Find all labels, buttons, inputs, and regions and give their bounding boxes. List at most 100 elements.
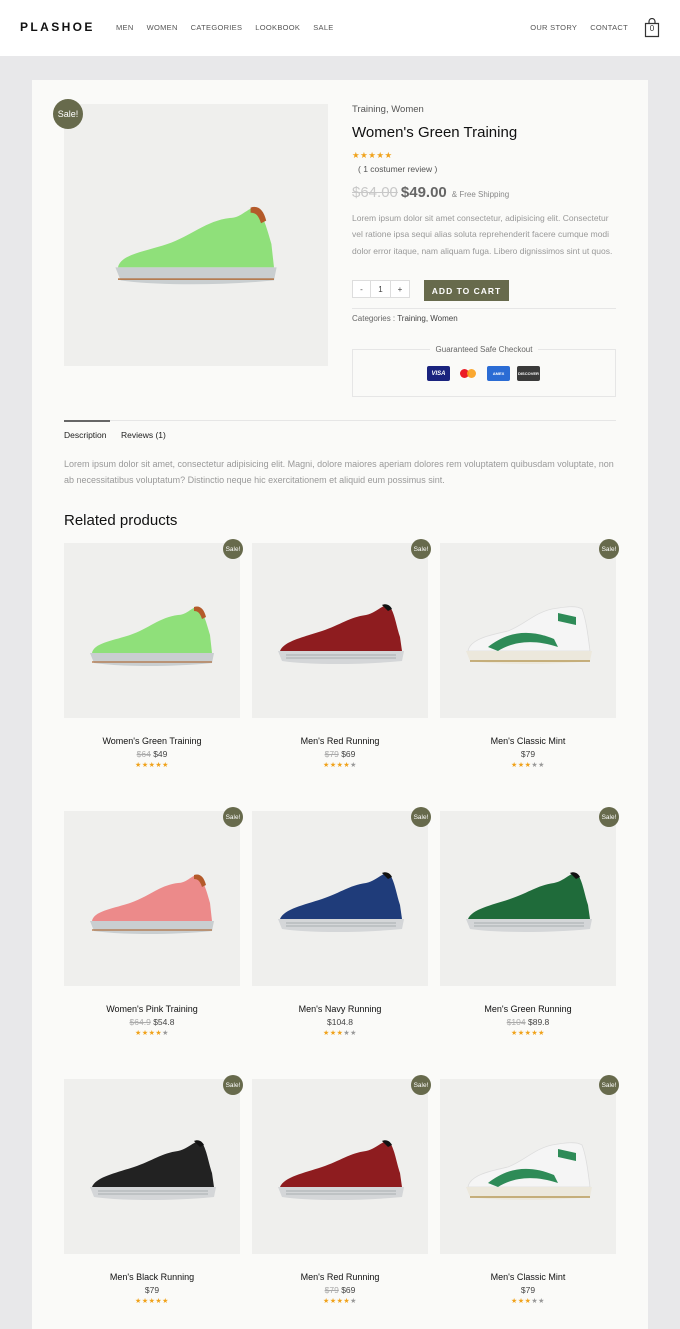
site-logo[interactable]: PLASHOE xyxy=(20,20,95,34)
product-price: $79 xyxy=(440,749,616,759)
product-price: $104.8 xyxy=(252,1017,428,1027)
safe-checkout-label: Guaranteed Safe Checkout xyxy=(429,345,539,354)
shoe-image xyxy=(90,1140,216,1200)
product-rating: ★★★★★ xyxy=(323,762,357,769)
quantity-decrease-button[interactable]: - xyxy=(352,280,371,298)
sale-badge: Sale! xyxy=(599,1075,619,1095)
old-price: $64.00 xyxy=(352,184,398,201)
shoe-image xyxy=(90,606,214,666)
sale-badge: Sale! xyxy=(223,807,243,827)
product-short-description: Lorem ipsum dolor sit amet consectetur, … xyxy=(352,213,613,256)
related-products-title: Related products xyxy=(64,512,178,529)
product-thumbnail[interactable] xyxy=(252,811,428,986)
product-rating: ★★★★★ xyxy=(511,1298,545,1305)
nav-link-lookbook[interactable]: LOOKBOOK xyxy=(255,23,300,32)
product-price: $64 $49 xyxy=(64,749,240,759)
product-name[interactable]: Women's Green Training xyxy=(64,736,240,746)
product-thumbnail[interactable] xyxy=(252,1079,428,1254)
product-thumbnail[interactable] xyxy=(64,543,240,718)
current-price: $69 xyxy=(341,1285,356,1295)
current-price: $104.8 xyxy=(327,1017,353,1027)
product-rating: ★★★★★ xyxy=(135,762,169,769)
add-to-cart-button[interactable]: ADD TO CART xyxy=(424,280,509,301)
tab-description[interactable]: Description xyxy=(64,430,107,440)
nav-link-women[interactable]: WOMEN xyxy=(147,23,178,32)
current-price: $54.8 xyxy=(153,1017,175,1027)
nav-link-contact[interactable]: CONTACT xyxy=(590,23,628,32)
shoe-image xyxy=(115,206,277,285)
quantity-increase-button[interactable]: + xyxy=(391,280,410,298)
shoe-image xyxy=(278,872,404,932)
review-count[interactable]: ( 1 costumer review ) xyxy=(358,164,437,174)
shoe-image xyxy=(90,874,214,934)
product-meta-categories: Categories : Training, Women xyxy=(352,314,458,323)
sale-badge: Sale! xyxy=(411,539,431,559)
tabs-divider xyxy=(64,420,616,421)
product-rating: ★★★★★ xyxy=(323,1298,357,1305)
shoe-image xyxy=(466,872,592,932)
sale-badge: Sale! xyxy=(411,1075,431,1095)
product-price: $79 $69 xyxy=(252,1285,428,1295)
nav-link-our-story[interactable]: OUR STORY xyxy=(530,23,577,32)
product-main-image[interactable]: Sale! xyxy=(53,99,328,366)
product-rating: ★★★★★ xyxy=(352,150,393,160)
shipping-note: & Free Shipping xyxy=(451,190,510,199)
safe-checkout-box: Guaranteed Safe Checkout VISA AMEX DISCO… xyxy=(352,345,616,397)
product-rating: ★★★★★ xyxy=(135,1030,169,1037)
nav-link-sale[interactable]: SALE xyxy=(313,23,333,32)
shoe-image xyxy=(278,604,404,664)
categories-value[interactable]: Training, Women xyxy=(397,314,457,323)
nav-link-categories[interactable]: CATEGORIES xyxy=(191,23,243,32)
current-price: $79 xyxy=(520,749,536,759)
product-price: $79 xyxy=(64,1285,240,1295)
divider xyxy=(352,308,616,309)
product-name[interactable]: Men's Green Running xyxy=(440,1004,616,1014)
current-price: $49.00 xyxy=(400,184,447,201)
tab-reviews[interactable]: Reviews (1) xyxy=(121,430,166,440)
product-thumbnail[interactable] xyxy=(440,543,616,718)
site-header: PLASHOE MEN WOMEN CATEGORIES LOOKBOOK SA… xyxy=(0,0,680,56)
sale-badge: Sale! xyxy=(599,807,619,827)
shoe-image xyxy=(466,606,592,664)
cart-button[interactable]: 0 xyxy=(644,18,660,38)
sale-badge: Sale! xyxy=(223,539,243,559)
product-name[interactable]: Men's Classic Mint xyxy=(440,1272,616,1282)
product-thumbnail[interactable] xyxy=(440,811,616,986)
price-row: $64.00 $49.00 & Free Shipping xyxy=(352,184,509,201)
secondary-nav: OUR STORY CONTACT xyxy=(530,23,628,32)
discover-icon: DISCOVER xyxy=(517,366,540,381)
product-rating: ★★★★★ xyxy=(323,1030,357,1037)
product-name[interactable]: Men's Red Running xyxy=(252,1272,428,1282)
main-nav: MEN WOMEN CATEGORIES LOOKBOOK SALE xyxy=(116,23,334,32)
product-name[interactable]: Men's Navy Running xyxy=(252,1004,428,1014)
tab-description-content: Lorem ipsum dolor sit amet, consectetur … xyxy=(64,459,614,485)
product-name[interactable]: Women's Pink Training xyxy=(64,1004,240,1014)
current-price: $79 xyxy=(520,1285,536,1295)
product-thumbnail[interactable] xyxy=(64,811,240,986)
old-price: $64 xyxy=(136,749,151,759)
product-name[interactable]: Men's Classic Mint xyxy=(440,736,616,746)
shoe-image xyxy=(278,1140,404,1200)
quantity-input[interactable]: 1 xyxy=(371,280,391,298)
sale-badge: Sale! xyxy=(53,99,83,129)
sale-badge: Sale! xyxy=(411,807,431,827)
product-categories[interactable]: Training, Women xyxy=(352,104,424,115)
product-rating: ★★★★★ xyxy=(511,762,545,769)
product-thumbnail[interactable] xyxy=(252,543,428,718)
old-price: $64.9 xyxy=(129,1017,151,1027)
product-panel: Sale! Training, Women Women's Green Trai… xyxy=(32,80,648,1329)
product-price: $79 xyxy=(440,1285,616,1295)
product-name[interactable]: Men's Black Running xyxy=(64,1272,240,1282)
old-price: $104 xyxy=(506,1017,526,1027)
product-thumbnail[interactable] xyxy=(64,1079,240,1254)
shoe-image xyxy=(466,1142,592,1200)
product-name[interactable]: Men's Red Running xyxy=(252,736,428,746)
product-thumbnail[interactable] xyxy=(440,1079,616,1254)
mastercard-icon xyxy=(457,366,480,381)
current-price: $79 xyxy=(144,1285,160,1295)
nav-link-men[interactable]: MEN xyxy=(116,23,134,32)
categories-label: Categories : xyxy=(352,314,396,323)
current-price: $49 xyxy=(153,749,168,759)
product-rating: ★★★★★ xyxy=(511,1030,545,1037)
american-express-icon: AMEX xyxy=(487,366,510,381)
